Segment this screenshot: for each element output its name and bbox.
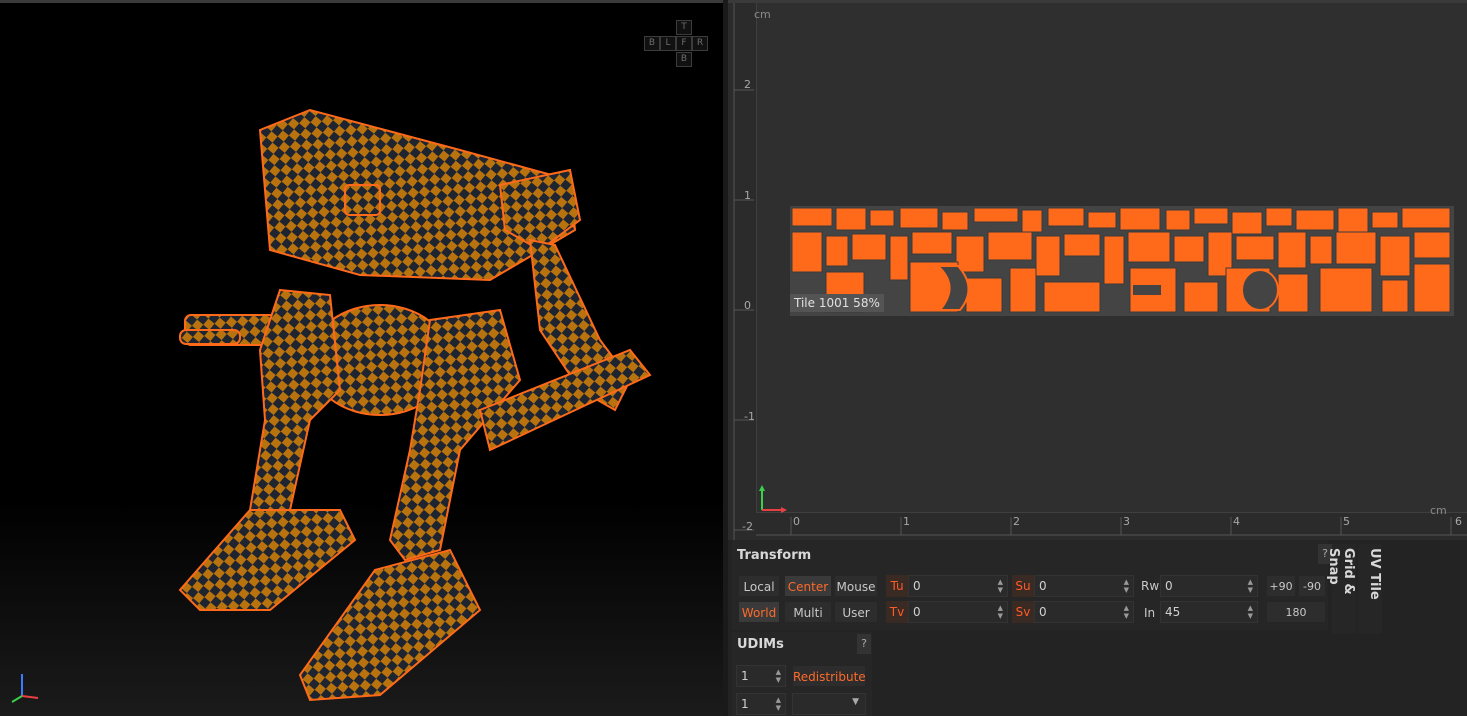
- u-tick-0: 0: [793, 515, 800, 528]
- in-field[interactable]: 45 ▲ ▼: [1160, 601, 1258, 623]
- sv-spinner-icon[interactable]: ▲ ▼: [1124, 604, 1129, 620]
- sv-field[interactable]: 0 ▲ ▼: [1034, 601, 1134, 623]
- vertical-ruler: [728, 3, 757, 540]
- udims-title: UDIMs: [737, 637, 784, 652]
- tv-label: Tv: [886, 601, 908, 623]
- transform-title: Transform: [737, 548, 812, 563]
- tu-label: Tu: [886, 575, 908, 597]
- mech-robot-model: [178, 108, 652, 702]
- mouse-button[interactable]: Mouse: [834, 575, 878, 597]
- multi-button[interactable]: Multi: [784, 601, 832, 623]
- v-tick-2: 2: [744, 78, 751, 91]
- udim-spinner-2-icon[interactable]: ▲ ▼: [776, 696, 781, 712]
- udim-dropdown[interactable]: ▼: [792, 693, 866, 715]
- horizontal-ruler-ticks: [756, 517, 1467, 536]
- navcube-front[interactable]: F: [676, 36, 692, 51]
- rw-label: Rw: [1141, 579, 1160, 593]
- udim-spinner-1-icon[interactable]: ▲ ▼: [776, 668, 781, 684]
- navcube-top[interactable]: T: [676, 20, 692, 35]
- tu-field[interactable]: 0 ▲ ▼: [908, 575, 1008, 597]
- chevron-down-icon: ▼: [852, 697, 859, 707]
- rotate-minus90-button[interactable]: -90: [1298, 575, 1326, 597]
- center-button[interactable]: Center: [784, 575, 832, 597]
- su-label: Su: [1012, 575, 1034, 597]
- tile-label: Tile 1001 58%: [790, 294, 884, 312]
- rw-field[interactable]: 0 ▲ ▼: [1160, 575, 1258, 597]
- u-tick-6: 6: [1455, 515, 1462, 528]
- tab-uv-tile[interactable]: UV Tile: [1358, 544, 1382, 634]
- view-navigation-cube[interactable]: T B L F R B: [644, 20, 708, 68]
- in-value: 45: [1165, 605, 1181, 619]
- 3d-viewport[interactable]: T B L F R B: [0, 0, 723, 716]
- tu-value: 0: [913, 579, 921, 593]
- udims-help-button[interactable]: ?: [857, 634, 871, 654]
- navcube-back[interactable]: B: [644, 36, 660, 51]
- v-tick-minus1: -1: [744, 410, 755, 423]
- user-button[interactable]: User: [834, 601, 878, 623]
- udim-value-2: 1: [741, 697, 749, 711]
- navcube-right[interactable]: R: [692, 36, 708, 51]
- u-tick-4: 4: [1233, 515, 1240, 528]
- udim-value-1: 1: [741, 669, 749, 683]
- u-tick-1: 1: [903, 515, 910, 528]
- tu-spinner-icon[interactable]: ▲ ▼: [998, 578, 1003, 594]
- v-unit-label: cm: [754, 8, 771, 21]
- redistribute-button[interactable]: Redistribute: [792, 665, 866, 687]
- v-tick-0: 0: [744, 299, 751, 312]
- rw-spinner-icon[interactable]: ▲ ▼: [1248, 578, 1253, 594]
- v-tick-minus2: -2: [742, 520, 753, 533]
- navcube-bottom[interactable]: B: [676, 52, 692, 67]
- uv-tile-1001[interactable]: [790, 206, 1454, 316]
- rotate-180-button[interactable]: 180: [1266, 601, 1326, 623]
- tv-spinner-icon[interactable]: ▲ ▼: [998, 604, 1003, 620]
- vertical-ruler-ticks: [733, 3, 754, 540]
- viewport-top-border: [0, 0, 723, 3]
- u-unit-label: cm: [1430, 504, 1447, 517]
- udim-count-field-1[interactable]: 1 ▲ ▼: [736, 665, 786, 687]
- in-spinner-icon[interactable]: ▲ ▼: [1248, 604, 1253, 620]
- local-button[interactable]: Local: [738, 575, 780, 597]
- su-field[interactable]: 0 ▲ ▼: [1034, 575, 1134, 597]
- su-value: 0: [1039, 579, 1047, 593]
- u-tick-2: 2: [1013, 515, 1020, 528]
- u-tick-3: 3: [1123, 515, 1130, 528]
- rotate-plus90-button[interactable]: +90: [1266, 575, 1296, 597]
- uv-editor-viewport[interactable]: cm 2 1 0 -1 -2 0 1 2 3 4 5 6 cm Tile 100…: [728, 0, 1467, 540]
- udim-count-field-2[interactable]: 1 ▲ ▼: [736, 693, 786, 715]
- tv-value: 0: [913, 605, 921, 619]
- horizontal-ruler: [756, 512, 1467, 540]
- navcube-left[interactable]: L: [660, 36, 676, 51]
- uv-top-border: [728, 0, 1467, 3]
- tv-field[interactable]: 0 ▲ ▼: [908, 601, 1008, 623]
- world-button[interactable]: World: [738, 601, 780, 623]
- tool-panels: Transform ? Local Center Mouse World Mul…: [728, 540, 1467, 716]
- su-spinner-icon[interactable]: ▲ ▼: [1124, 578, 1129, 594]
- sv-label: Sv: [1012, 601, 1034, 623]
- uv-axis-gizmo: [759, 485, 787, 513]
- rw-value: 0: [1165, 579, 1173, 593]
- axis-gizmo-3d: [11, 674, 39, 703]
- u-tick-5: 5: [1343, 515, 1350, 528]
- sv-value: 0: [1039, 605, 1047, 619]
- uv-islands[interactable]: [790, 206, 1454, 316]
- v-tick-1: 1: [744, 189, 751, 202]
- in-label: In: [1144, 606, 1156, 620]
- tab-grid-snap[interactable]: Grid & Snap: [1326, 544, 1356, 634]
